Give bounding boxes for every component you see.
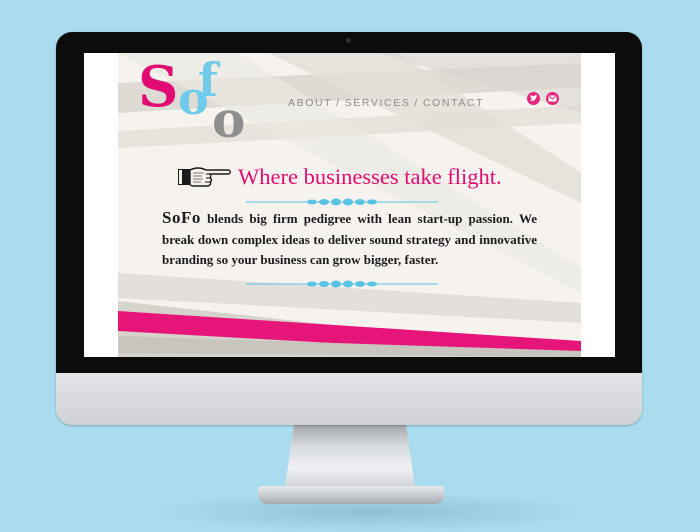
monitor-stand-base [258, 486, 444, 504]
envelope-icon [548, 95, 557, 102]
ornament-divider-top [246, 198, 438, 206]
pointing-hand-icon [178, 167, 231, 187]
website-page: S o f o ABOUT / SERVICES / CONTACT Where… [118, 53, 581, 357]
nav-services[interactable]: SERVICES [345, 97, 411, 109]
screen: S o f o ABOUT / SERVICES / CONTACT Where… [84, 53, 615, 357]
ornament-divider-bottom [246, 280, 438, 288]
logo-letter-s: S [138, 54, 179, 120]
twitter-bird-icon [529, 95, 538, 102]
hero-tagline: Where businesses take flight. [238, 164, 502, 189]
email-button[interactable] [546, 92, 559, 105]
nav-about[interactable]: ABOUT [288, 97, 332, 109]
intro-brand: SoFo [162, 208, 201, 227]
monitor-stand-neck [284, 421, 416, 493]
intro-paragraph: SoFo blends big firm pedigree with lean … [162, 208, 537, 271]
main-nav: ABOUT / SERVICES / CONTACT [288, 97, 484, 109]
sofo-logo[interactable]: S o f o [138, 57, 278, 147]
camera-icon [346, 38, 351, 43]
monitor-chin [56, 373, 642, 425]
intro-text: blends big firm pedigree with lean start… [162, 211, 538, 267]
twitter-button[interactable] [527, 92, 540, 105]
monitor-bezel: S o f o ABOUT / SERVICES / CONTACT Where… [56, 32, 642, 373]
nav-separator: / [336, 97, 341, 109]
nav-contact[interactable]: CONTACT [423, 97, 484, 109]
logo-letter-o-gray: o [212, 90, 246, 149]
nav-separator: / [414, 97, 419, 109]
monitor: S o f o ABOUT / SERVICES / CONTACT Where… [56, 32, 642, 425]
